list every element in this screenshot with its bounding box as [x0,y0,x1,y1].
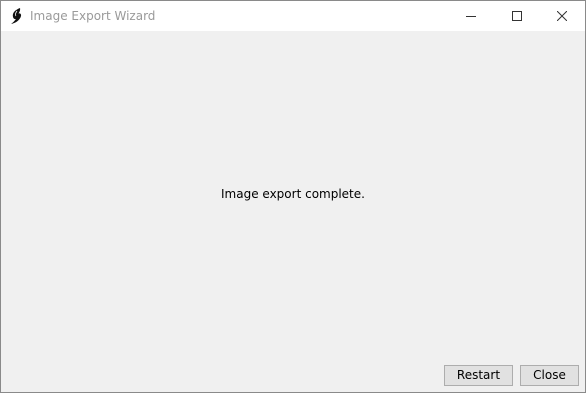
close-icon [557,11,567,21]
title-bar[interactable]: Image Export Wizard [1,1,585,31]
minimize-button[interactable] [448,1,494,31]
restart-button[interactable]: Restart [444,365,513,386]
close-button[interactable]: Close [520,365,579,386]
window-title: Image Export Wizard [30,9,156,23]
close-window-button[interactable] [539,1,585,31]
maximize-icon [512,11,522,21]
minimize-icon [466,11,476,21]
wizard-window: Image Export Wizard Image export complet… [0,0,586,393]
wizard-content: Image export complete. Restart Close [1,31,585,392]
app-logo-icon [9,7,25,25]
maximize-button[interactable] [494,1,540,31]
status-message: Image export complete. [221,187,365,201]
